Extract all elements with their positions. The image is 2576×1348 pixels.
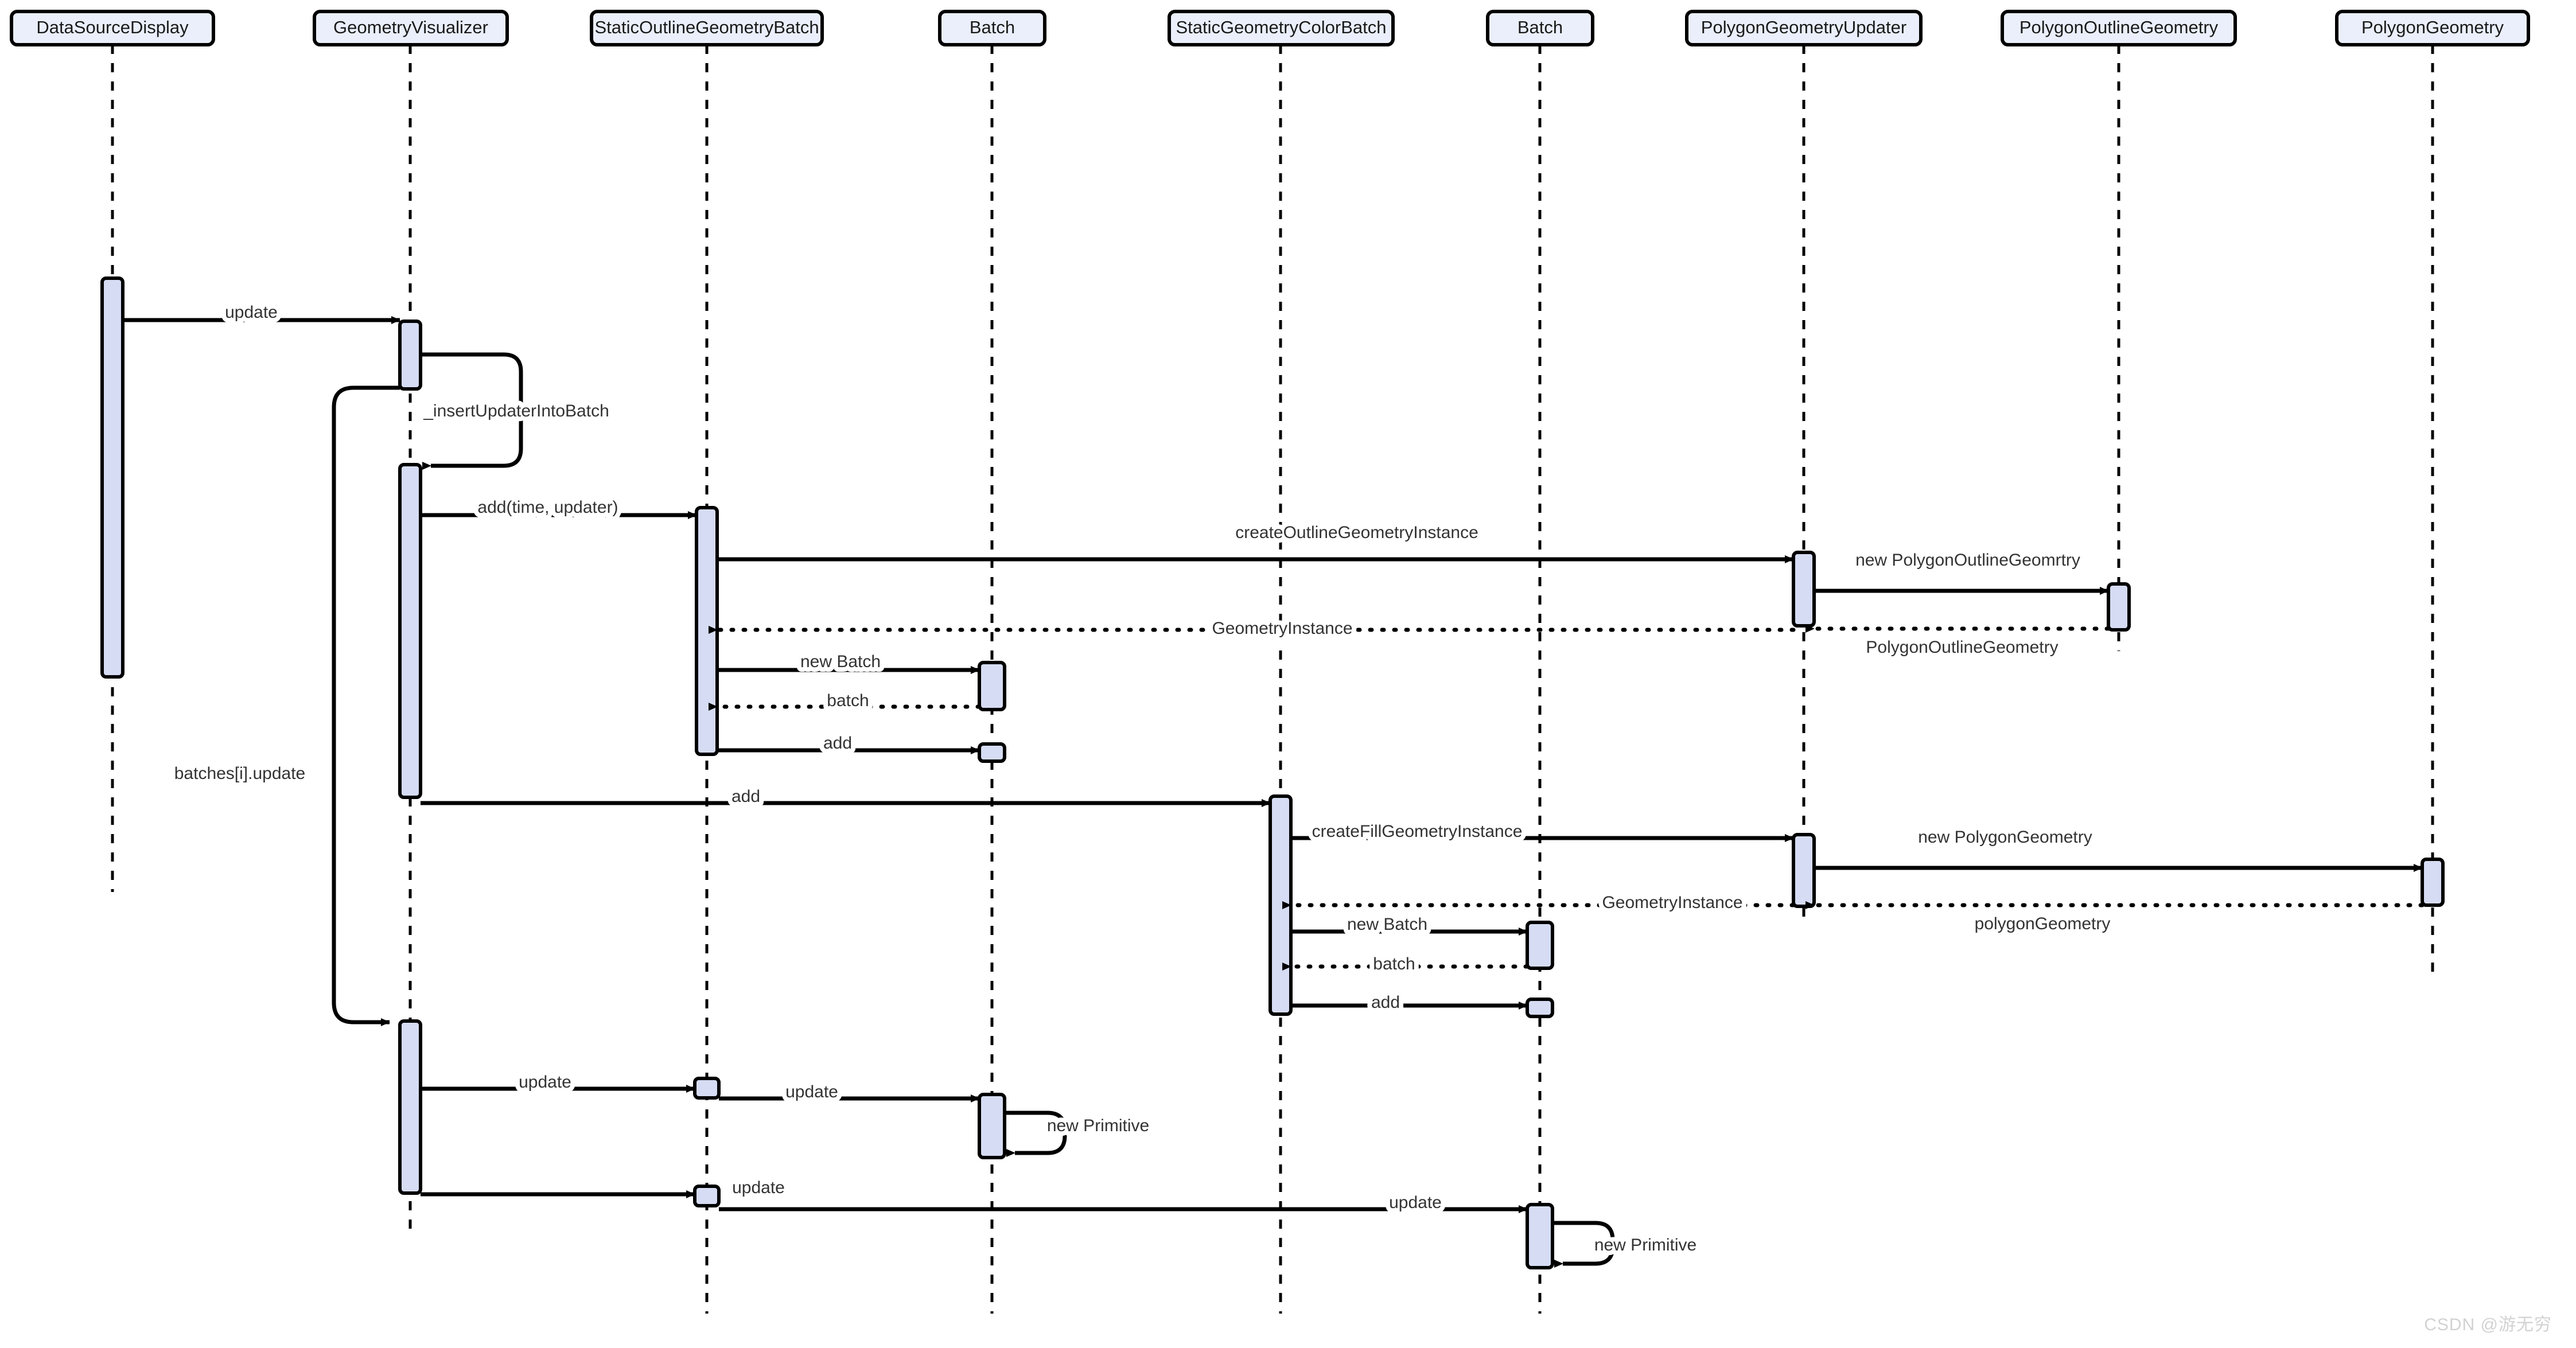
activation-bar-b1: [978, 1093, 1006, 1159]
message-label-m8: new Batch: [800, 652, 881, 671]
activation-bar-b1: [978, 742, 1006, 763]
participant-label-sogb: StaticOutlineGeometryBatch: [594, 17, 819, 37]
activation-bar-dsd: [100, 276, 124, 679]
activation-bar-sogb: [695, 506, 719, 756]
activation-group: [100, 276, 2445, 1269]
lifeline-group: [111, 45, 2434, 1314]
participant-label-b2: Batch: [1517, 17, 1563, 37]
message-label-m17: new Batch: [1347, 915, 1427, 934]
message-label-m15: polygonGeometry: [1975, 914, 2111, 933]
activation-bar-sogb: [693, 1185, 721, 1207]
participant-b2[interactable]: Batch: [1486, 10, 1594, 46]
participant-pg[interactable]: PolygonGeometry: [2335, 10, 2530, 46]
message-label-m10: add: [823, 734, 852, 753]
activation-bar-b2: [1526, 921, 1554, 970]
message-label-m11: batches[i].update: [174, 764, 306, 783]
message-label-m2: _insertUpdaterIntoBatch: [423, 402, 609, 420]
participant-label-dsd: DataSourceDisplay: [36, 17, 189, 37]
participant-group: DataSourceDisplay GeometryVisualizer Stati…: [10, 10, 2530, 46]
participant-label-gv: GeometryVisualizer: [333, 17, 488, 37]
watermark: CSDN @游无穷: [2424, 1315, 2552, 1334]
message-label-m24: update: [1389, 1193, 1442, 1212]
message-label-m6: PolygonOutlineGeometry: [1866, 638, 2058, 657]
message-label-m4: createOutlineGeometryInstance: [1235, 523, 1478, 542]
message-label-m13: createFillGeometryInstance: [1312, 822, 1523, 841]
activation-bar-sgcb: [1268, 794, 1293, 1016]
message-label-m25: new Primitive: [1594, 1236, 1696, 1255]
participant-b1[interactable]: Batch: [938, 10, 1046, 46]
activation-bar-b2: [1526, 998, 1554, 1018]
participant-label-pg: PolygonGeometry: [2361, 17, 2504, 37]
participant-sogb[interactable]: StaticOutlineGeometryBatch: [590, 10, 824, 46]
self-message-m11: [332, 385, 400, 1026]
participant-label-pgu: PolygonGeometryUpdater: [1701, 17, 1906, 37]
message-label-m20: update: [519, 1073, 571, 1092]
message-label-m16: GeometryInstance: [1602, 893, 1742, 912]
activation-bar-b2: [1526, 1203, 1554, 1269]
message-group: updateupdate_insertUpdaterIntoBatch_inse…: [123, 298, 2425, 1268]
participant-pgu[interactable]: PolygonGeometryUpdater: [1685, 10, 1923, 46]
activation-bar-gv: [398, 320, 422, 391]
message-label-m9: batch: [827, 691, 869, 710]
activation-bar-gv: [398, 463, 422, 799]
activation-bar-pgu: [1792, 833, 1816, 908]
sequence-diagram-canvas: update update _insertUpdaterIntoBatch _inse…: [0, 0, 2576, 1348]
message-label-m19: add: [1371, 993, 1400, 1012]
activation-bar-gv: [398, 1019, 422, 1195]
activation-bar-pg: [2421, 858, 2445, 907]
message-label-m3: add(time, updater): [477, 498, 618, 517]
message-label-m7: GeometryInstance: [1212, 619, 1352, 638]
message-label-m18: batch: [1373, 954, 1415, 973]
participant-dsd[interactable]: DataSourceDisplay: [10, 10, 215, 46]
participant-pog[interactable]: PolygonOutlineGeometry: [2001, 10, 2237, 46]
message-label-m12: add: [731, 787, 760, 806]
participant-gv[interactable]: GeometryVisualizer: [313, 10, 509, 46]
participant-label-pog: PolygonOutlineGeometry: [2019, 17, 2219, 37]
message-label-m5: new PolygonOutlineGeomrtry: [1855, 551, 2080, 570]
participant-label-sgcb: StaticGeometryColorBatch: [1176, 17, 1387, 37]
uml-sequence-diagram: updateupdate_insertUpdaterIntoBatch_inse…: [10, 10, 2530, 1314]
activation-bar-b1: [978, 661, 1006, 711]
message-label-m21: update: [785, 1082, 838, 1101]
message-label-m14: new PolygonGeometry: [1918, 828, 2092, 847]
participant-sgcb[interactable]: StaticGeometryColorBatch: [1168, 10, 1395, 46]
activation-bar-pgu: [1792, 551, 1816, 628]
message-label-m1: update: [225, 303, 278, 322]
participant-label-b1: Batch: [970, 17, 1015, 37]
message-label-m22: new Primitive: [1047, 1116, 1149, 1135]
activation-bar-pog: [2107, 582, 2131, 632]
activation-bar-sogb: [693, 1077, 721, 1100]
message-label-m23: update: [732, 1178, 785, 1197]
